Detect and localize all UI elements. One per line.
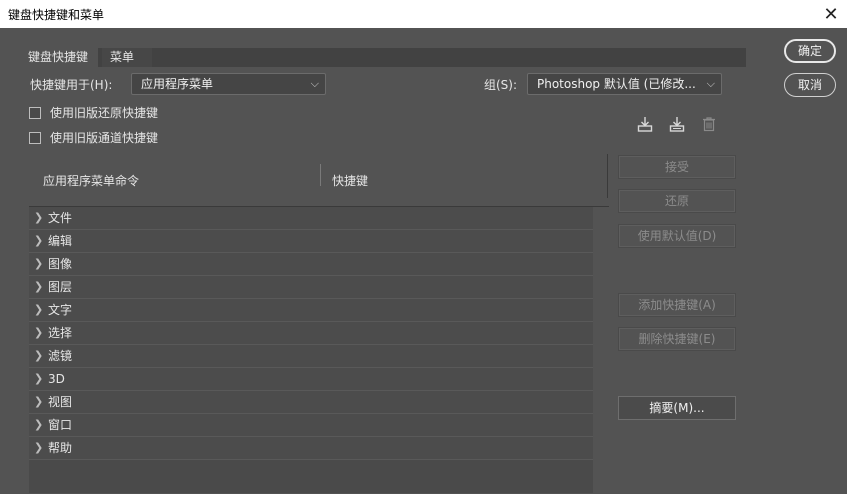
table-row-window[interactable]: ❯ 窗口 xyxy=(29,414,593,437)
table-row-layer[interactable]: ❯ 图层 xyxy=(29,276,593,299)
command-table: ❯ 文件 ❯ 编辑 ❯ 图像 ❯ 图层 ❯ 文字 ❯ 选择 ❯ 滤镜 ❯ 3D ❯ 视图 ❯ 窗口 … xyxy=(29,206,609,494)
chevron-down-icon: ⌵ xyxy=(310,77,319,90)
trash-icon xyxy=(703,117,715,132)
legacy-undo-label: 使用旧版还原快捷键 xyxy=(50,106,159,120)
column-header-shortcut[interactable]: 快捷键 xyxy=(332,172,368,189)
chevron-right-icon[interactable]: ❯ xyxy=(34,253,48,275)
table-row-3d[interactable]: ❯ 3D xyxy=(29,368,593,391)
table-row-type[interactable]: ❯ 文字 xyxy=(29,299,593,322)
tab-keyboard-shortcuts[interactable]: 键盘快捷键 xyxy=(20,48,98,67)
chevron-right-icon[interactable]: ❯ xyxy=(34,414,48,436)
restore-button[interactable]: 还原 xyxy=(618,189,736,213)
chevron-right-icon[interactable]: ❯ xyxy=(34,437,48,459)
legacy-channel-row[interactable]: 使用旧版通道快捷键 xyxy=(29,129,158,146)
tab-strip: 键盘快捷键 菜单 xyxy=(20,48,746,67)
chevron-right-icon[interactable]: ❯ xyxy=(34,299,48,321)
chevron-right-icon[interactable]: ❯ xyxy=(34,368,48,390)
command-list: ❯ 文件 ❯ 编辑 ❯ 图像 ❯ 图层 ❯ 文字 ❯ 选择 ❯ 滤镜 ❯ 3D ❯ 视图 ❯ 窗口 … xyxy=(29,207,593,460)
close-button[interactable]: ✕ xyxy=(815,0,847,28)
group-label: 组(S): xyxy=(484,78,518,92)
save-icon xyxy=(637,117,653,132)
accept-button[interactable]: 接受 xyxy=(618,155,736,179)
delete-shortcut-button[interactable]: 删除快捷键(E) xyxy=(618,327,736,351)
ok-button[interactable]: 确定 xyxy=(784,39,836,63)
table-row-edit[interactable]: ❯ 编辑 xyxy=(29,230,593,253)
column-header-command[interactable]: 应用程序菜单命令 xyxy=(43,172,139,189)
chevron-right-icon[interactable]: ❯ xyxy=(34,207,48,229)
delete-set-button[interactable] xyxy=(699,114,719,134)
tab-menus[interactable]: 菜单 xyxy=(102,48,152,67)
shortcuts-for-value: 应用程序菜单 xyxy=(141,77,214,91)
table-row-filter[interactable]: ❯ 滤镜 xyxy=(29,345,593,368)
group-value: Photoshop 默认值 (已修改... xyxy=(537,77,696,91)
legacy-channel-label: 使用旧版通道快捷键 xyxy=(50,131,159,145)
use-default-button[interactable]: 使用默认值(D) xyxy=(618,224,736,248)
table-row-select[interactable]: ❯ 选择 xyxy=(29,322,593,345)
title-bar: 键盘快捷键和菜单 ✕ xyxy=(0,0,847,28)
legacy-undo-checkbox[interactable] xyxy=(29,106,41,119)
table-row-help[interactable]: ❯ 帮助 xyxy=(29,437,593,460)
table-row-file[interactable]: ❯ 文件 xyxy=(29,207,593,230)
table-row-image[interactable]: ❯ 图像 xyxy=(29,253,593,276)
legacy-channel-checkbox[interactable] xyxy=(29,131,41,144)
table-right-divider xyxy=(607,154,608,198)
add-shortcut-button[interactable]: 添加快捷键(A) xyxy=(618,293,736,317)
shortcuts-for-label: 快捷键用于(H): xyxy=(30,78,113,92)
cancel-button[interactable]: 取消 xyxy=(784,73,836,97)
summarize-button[interactable]: 摘要(M)... xyxy=(618,396,736,420)
chevron-down-icon: ⌵ xyxy=(706,77,715,90)
save-as-set-button[interactable] xyxy=(667,114,687,134)
window-title: 键盘快捷键和菜单 xyxy=(8,8,105,22)
vertical-scrollbar[interactable] xyxy=(593,207,609,494)
column-divider[interactable] xyxy=(320,164,321,186)
dialog-body: 键盘快捷键 菜单 快捷键用于(H): 应用程序菜单 ⌵ 组(S): Photos… xyxy=(0,28,847,494)
chevron-right-icon[interactable]: ❯ xyxy=(34,230,48,252)
shortcuts-for-select[interactable]: 应用程序菜单 ⌵ xyxy=(131,73,326,95)
legacy-undo-row[interactable]: 使用旧版还原快捷键 xyxy=(29,104,158,121)
group-select[interactable]: Photoshop 默认值 (已修改... ⌵ xyxy=(527,73,722,95)
table-header: 应用程序菜单命令 快捷键 xyxy=(29,154,609,206)
save-as-icon xyxy=(669,117,685,132)
save-set-button[interactable] xyxy=(635,114,655,134)
chevron-right-icon[interactable]: ❯ xyxy=(34,391,48,413)
chevron-right-icon[interactable]: ❯ xyxy=(34,322,48,344)
chevron-right-icon[interactable]: ❯ xyxy=(34,345,48,367)
table-row-view[interactable]: ❯ 视图 xyxy=(29,391,593,414)
chevron-right-icon[interactable]: ❯ xyxy=(34,276,48,298)
close-icon: ✕ xyxy=(823,3,839,25)
